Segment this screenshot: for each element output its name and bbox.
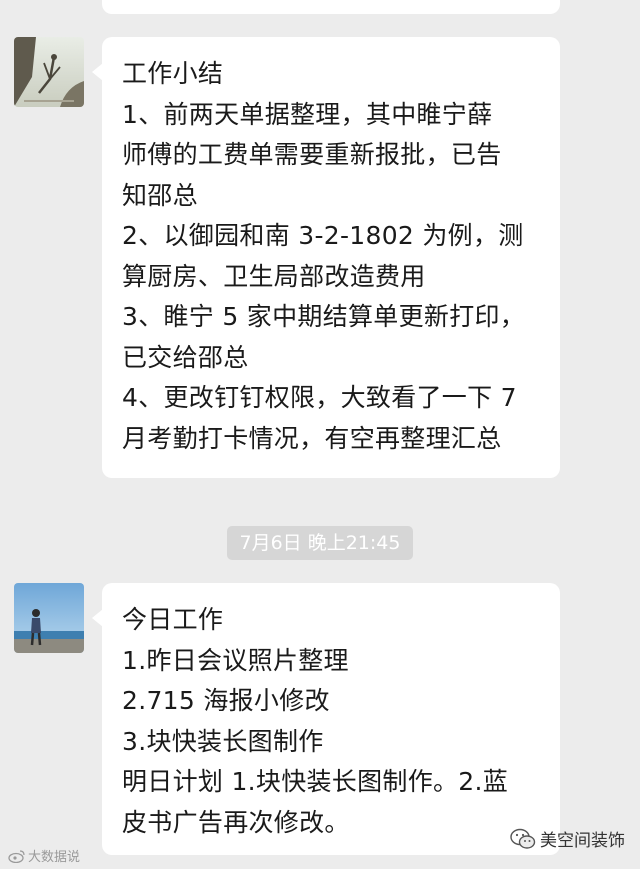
message-line: 皮书广告再次修改。 — [122, 807, 350, 837]
message-line: 1、前两天单据整理，其中睢宁薛 — [122, 99, 493, 129]
message-line: 3.块快装长图制作 — [122, 726, 324, 756]
avatar-image-landscape — [14, 37, 84, 107]
watermark-right-text: 美空间装饰 — [540, 831, 625, 851]
message-line: 2.715 海报小修改 — [122, 686, 330, 715]
watermark-left-text: 大数据说 — [28, 850, 81, 865]
message-line: 工作小结 — [122, 59, 224, 88]
message-line: 算厨房、卫生局部改造费用 — [122, 261, 426, 291]
message-line: 4、更改钉钉权限，大致看了一下 7 — [122, 383, 517, 412]
sender-avatar-2[interactable] — [14, 583, 84, 653]
message-line: 明日计划 1.块快装长图制作。2.蓝 — [122, 767, 509, 796]
message-line: 月考勤打卡情况，有空再整理汇总 — [122, 423, 502, 453]
previous-message-bubble — [102, 0, 560, 14]
message-bubble-1[interactable]: 工作小结 1、前两天单据整理，其中睢宁薛 师傅的工费单需要重新报批，已告 知邵总 2、以… — [92, 37, 560, 478]
sender-avatar-1[interactable] — [14, 37, 84, 107]
message-line: 1.昨日会议照片整理 — [122, 645, 349, 675]
weibo-icon — [8, 849, 25, 863]
message-line: 3、睢宁 5 家中期结算单更新打印， — [122, 302, 526, 331]
message-line: 2、以御园和南 3-2-1802 为例，测 — [122, 221, 524, 250]
watermark-right: 美空间装饰 — [510, 826, 625, 851]
message-line: 师傅的工费单需要重新报批，已告 — [122, 140, 502, 169]
message-line: 今日工作 — [122, 605, 224, 634]
message-line: 知邵总 — [122, 180, 198, 210]
watermark-left: 大数据说 — [8, 846, 80, 865]
message-text: 今日工作 1.昨日会议照片整理 2.715 海报小修改 3.块快装长图制作明日计划 1… — [122, 600, 544, 843]
message-line: 已交给邵总 — [122, 342, 249, 372]
message-bubble-2[interactable]: 今日工作 1.昨日会议照片整理 2.715 海报小修改 3.块快装长图制作明日计划 1… — [92, 583, 560, 855]
chat-timestamp: 7月6日 晚上21:45 — [227, 526, 413, 560]
message-text: 工作小结 1、前两天单据整理，其中睢宁薛 师傅的工费单需要重新报批，已告 知邵总 2、以… — [122, 54, 544, 459]
wechat-icon — [510, 828, 536, 849]
avatar-image-beach — [14, 583, 84, 653]
